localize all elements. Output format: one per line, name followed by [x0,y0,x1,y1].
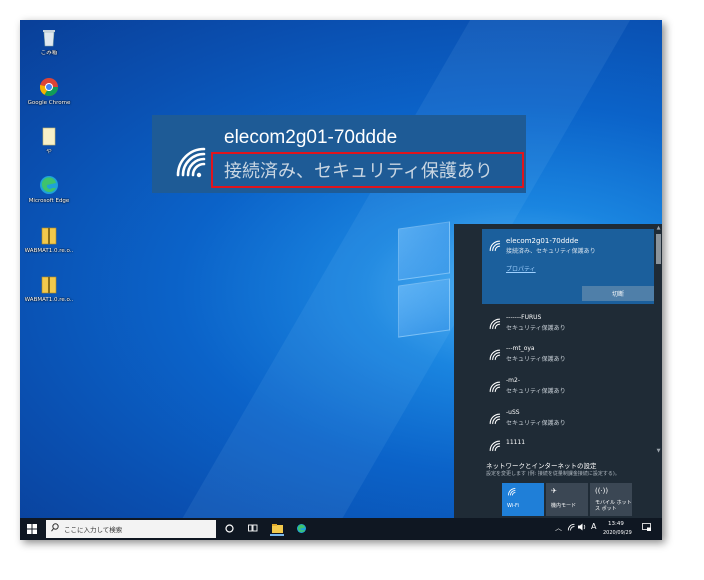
windows-logo-icon [27,524,37,534]
taskbar-search-box[interactable]: ここに入力して検索 [46,520,216,538]
airplane-icon: ✈ [551,487,557,495]
network-security: セキュリティ保護あり [506,325,566,332]
action-center-icon[interactable] [642,523,651,533]
network-list-item[interactable]: ---mt_oya セキュリティ保護あり [482,342,654,372]
desktop-icon-zip-2[interactable]: WABMAT1.0.re.o.. [24,273,74,304]
scroll-thumb[interactable] [656,234,661,264]
search-placeholder: ここに入力して検索 [64,526,123,534]
scroll-up-icon[interactable]: ▲ [656,226,661,231]
network-tray-icon[interactable] [567,523,575,533]
network-security: セキュリティ保護あり [506,356,566,363]
desktop-icon-label: ごみ箱 [40,50,58,56]
chrome-icon [38,76,60,98]
quick-action-label: モバイル ホットス ポット [595,500,632,512]
edge-icon[interactable] [294,522,308,536]
desktop-icon-recycle-bin[interactable]: ごみ箱 [24,26,74,57]
quick-action-label: 機内モード [551,503,577,509]
clock-time[interactable]: 13:49 [608,521,624,527]
clock-date[interactable]: 2020/09/29 [603,530,632,536]
folder-icon [38,125,60,147]
desktop-icon-label: Microsoft Edge [28,198,70,204]
hotspot-icon: ((·)) [595,487,609,495]
connected-ssid: elecom2g01-70ddde [506,237,579,245]
desktop-icon-edge[interactable]: Microsoft Edge [24,174,74,205]
screenshot-frame: ごみ箱 Google Chrome や Microsoft Edge WABMA… [0,0,704,580]
show-hidden-icons-icon[interactable]: ︿ [555,523,562,533]
desktop-icon-label: WABMAT1.0.re.o.. [24,248,74,254]
desktop-icon-label: や [46,149,52,155]
desktop-icon-label: Google Chrome [27,100,71,106]
wifi-icon [489,240,501,252]
file-explorer-icon[interactable] [270,522,284,536]
network-list-item[interactable]: -m2- セキュリティ保護あり [482,374,654,404]
network-ssid: -------FURUS [506,314,542,321]
wifi-icon [176,147,206,178]
recycle-bin-icon [38,26,60,48]
properties-link[interactable]: プロパティ [506,264,536,273]
callout-ssid: elecom2g01-70ddde [224,127,398,148]
cortana-icon[interactable] [222,522,236,536]
wallpaper-logo-pane [398,221,450,281]
desktop-icon-zip-1[interactable]: WABMAT1.0.re.o.. [24,224,74,255]
network-list-item[interactable]: 11111 [482,436,654,456]
scroll-down-icon[interactable]: ▼ [656,449,661,454]
task-view-icon[interactable] [246,522,260,536]
network-settings-description: 設定を変更します (例: 接続を従量制課金接続に設定する)。 [486,471,620,477]
network-security: セキュリティ保護あり [506,420,566,427]
wifi-icon [489,349,501,361]
zoomed-connection-callout: elecom2g01-70ddde 接続済み、セキュリティ保護あり [152,115,526,193]
desktop-icon-folder[interactable]: や [24,125,74,156]
search-icon [51,523,59,535]
network-list-item[interactable]: -uSS セキュリティ保護あり [482,406,654,436]
desktop: ごみ箱 Google Chrome や Microsoft Edge WABMA… [20,20,662,540]
network-ssid: -uSS [506,409,520,416]
volume-icon[interactable] [578,523,587,533]
highlight-box [211,152,524,188]
connected-status: 接続済み、セキュリティ保護あり [506,248,596,255]
wifi-icon [489,381,501,393]
wallpaper-logo-pane [398,278,450,338]
taskbar: ここに入力して検索 ︿ A 13:49 2020/09/29 [20,518,662,540]
wifi-toggle-button[interactable]: Wi-Fi [502,483,544,516]
network-list-item[interactable]: -------FURUS セキュリティ保護あり [482,311,654,341]
wifi-icon [489,318,501,330]
network-settings-link[interactable]: ネットワークとインターネットの設定 [486,460,597,470]
flyout-scrollbar[interactable]: ▲ ▼ [656,226,661,454]
wifi-icon [507,487,516,498]
zip-folder-icon [38,224,60,246]
edge-icon [38,174,60,196]
quick-action-label: Wi-Fi [507,503,519,509]
start-button[interactable] [20,518,44,540]
airplane-mode-button[interactable]: ✈ 機内モード [546,483,588,516]
desktop-icon-chrome[interactable]: Google Chrome [24,76,74,107]
disconnect-button[interactable]: 切断 [582,286,654,301]
connected-network[interactable]: elecom2g01-70ddde 接続済み、セキュリティ保護あり プロパティ … [482,229,654,304]
mobile-hotspot-button[interactable]: ((·)) モバイル ホットス ポット [590,483,632,516]
wifi-icon [489,413,501,425]
network-ssid: ---mt_oya [506,345,535,352]
network-security: セキュリティ保護あり [506,388,566,395]
network-ssid: -m2- [506,377,520,384]
zip-folder-icon [38,273,60,295]
desktop-icon-label: WABMAT1.0.re.o.. [24,297,74,303]
wifi-icon [489,440,501,452]
network-flyout: ▲ ▼ elecom2g01-70ddde 接続済み、セキュリティ保護あり プロ… [454,224,662,518]
ime-indicator[interactable]: A [591,522,596,531]
network-ssid: 11111 [506,439,526,446]
